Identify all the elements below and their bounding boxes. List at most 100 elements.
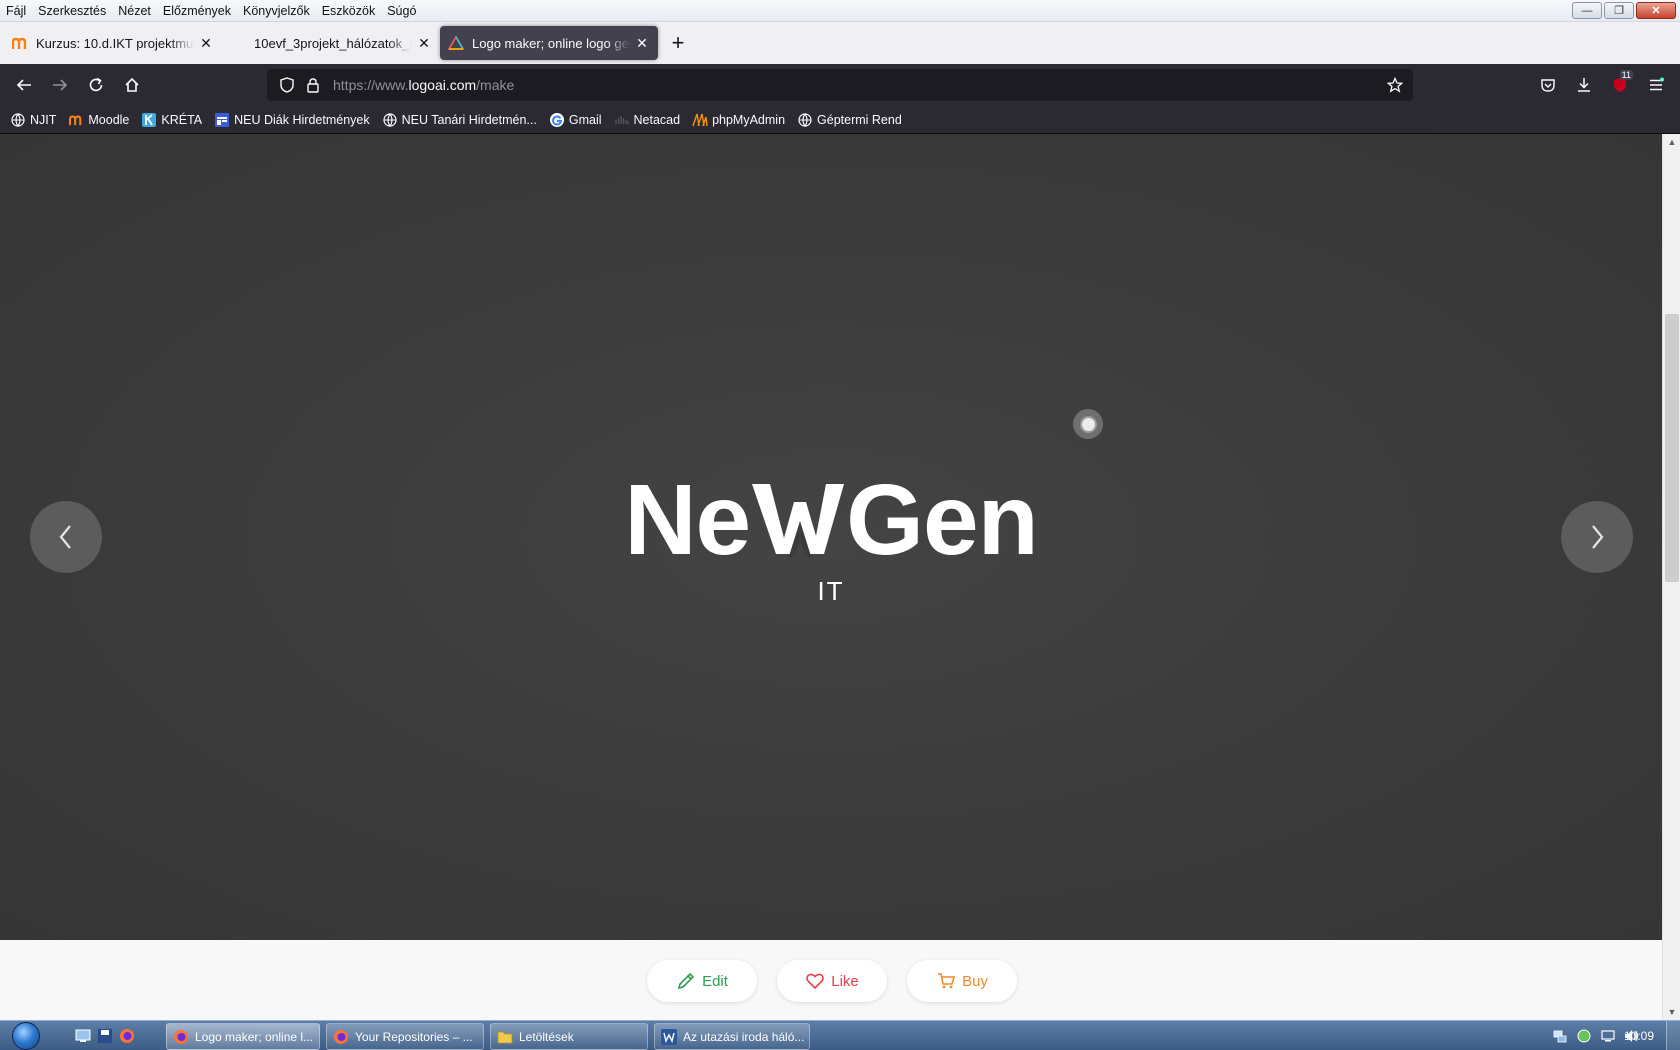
- firefox-icon: [173, 1029, 189, 1045]
- like-label: Like: [831, 972, 859, 990]
- url-bar[interactable]: https://www.logoai.com/make: [267, 69, 1413, 101]
- globe-icon: [797, 112, 813, 128]
- hamburger-icon: [1650, 77, 1664, 91]
- app-menu-button[interactable]: [1640, 69, 1672, 101]
- minimize-button[interactable]: —: [1572, 2, 1602, 19]
- status-tray-icon[interactable]: [1576, 1028, 1592, 1044]
- bookmark-gmail[interactable]: Gmail: [549, 112, 602, 128]
- tab-label: Logo maker; online logo generator: [472, 35, 630, 51]
- monitor-tray-icon[interactable]: [1600, 1028, 1616, 1044]
- bookmark-label: NEU Diák Hirdetmények: [234, 112, 370, 127]
- edit-button[interactable]: Edit: [647, 960, 757, 1002]
- show-desktop-icon[interactable]: [74, 1027, 92, 1045]
- tab-pdf[interactable]: 10evf_3projekt_hálózatok_22-23.pdf ✕: [222, 26, 440, 60]
- bookmarks-bar: NJIT Moodle KRÉTA NEU Diák Hirdetmények …: [0, 106, 1680, 134]
- logo-subtitle: IT: [817, 576, 845, 606]
- close-tab-icon[interactable]: ✕: [634, 35, 650, 51]
- google-icon: [549, 112, 565, 128]
- taskbar-item-label: Your Repositories – ...: [355, 1029, 473, 1044]
- arrow-left-icon: [16, 79, 31, 91]
- cisco-icon: [614, 112, 630, 128]
- globe-icon: [382, 112, 398, 128]
- extension-badge: 11: [1619, 70, 1633, 80]
- home-button[interactable]: [116, 69, 148, 101]
- bookmark-label: Moodle: [88, 112, 130, 127]
- start-button[interactable]: [6, 1021, 46, 1050]
- menu-tools[interactable]: Eszközök: [316, 0, 382, 22]
- back-button[interactable]: [8, 69, 40, 101]
- bookmark-kreta[interactable]: KRÉTA: [141, 112, 202, 128]
- menu-file[interactable]: Fájl: [0, 0, 32, 22]
- pocket-button[interactable]: [1532, 69, 1564, 101]
- kreta-icon: [141, 112, 157, 128]
- logoai-icon: [448, 35, 464, 51]
- menu-bar: Fájl Szerkesztés Nézet Előzmények Könyvj…: [0, 0, 1680, 22]
- taskbar-item-label: Letöltések: [519, 1029, 574, 1044]
- menu-edit[interactable]: Szerkesztés: [32, 0, 112, 22]
- bookmark-label: Netacad: [633, 112, 681, 127]
- scroll-thumb[interactable]: [1665, 314, 1679, 582]
- menu-bookmarks[interactable]: Könyvjelzők: [237, 0, 316, 22]
- moodle-icon: [68, 112, 84, 128]
- tab-logoai[interactable]: Logo maker; online logo generator ✕: [440, 26, 658, 60]
- taskbar-item-repositories[interactable]: Your Repositories – ...: [326, 1023, 484, 1050]
- menu-help[interactable]: Súgó: [381, 0, 422, 22]
- logo-preview-area: Ne Gen IT: [0, 134, 1662, 940]
- windows-taskbar: Logo maker; online l... Your Repositorie…: [0, 1020, 1680, 1050]
- buy-label: Buy: [962, 972, 988, 990]
- moodle-icon: [12, 35, 28, 51]
- bookmark-netacad[interactable]: Netacad: [614, 112, 681, 128]
- scroll-down-icon[interactable]: ▼: [1663, 1004, 1680, 1020]
- taskbar-item-logo-maker[interactable]: Logo maker; online l...: [166, 1023, 320, 1050]
- tab-moodle-course[interactable]: Kurzus: 10.d.IKT projektmunka | NEU ✕: [4, 26, 222, 60]
- close-tab-icon[interactable]: ✕: [416, 35, 432, 51]
- pocket-icon: [1541, 79, 1555, 92]
- cart-icon: [936, 971, 956, 991]
- pencil-icon: [676, 971, 696, 991]
- bookmark-star-icon[interactable]: [1383, 73, 1407, 97]
- taskbar-item-downloads[interactable]: Letöltések: [490, 1023, 648, 1050]
- close-tab-icon[interactable]: ✕: [198, 35, 214, 51]
- bookmark-label: NEU Tanári Hirdetmén...: [401, 112, 537, 127]
- calendar-icon: [214, 112, 230, 128]
- forward-button[interactable]: [44, 69, 76, 101]
- restore-button[interactable]: ❐: [1604, 2, 1634, 19]
- show-desktop-button[interactable]: [1666, 1021, 1680, 1050]
- page-scrollbar[interactable]: ▲ ▼: [1662, 134, 1680, 1020]
- arrow-right-icon: [53, 79, 68, 91]
- taskbar-item-word[interactable]: Az utazási iroda háló...: [654, 1023, 810, 1050]
- folder-icon: [497, 1029, 513, 1045]
- shield-icon[interactable]: [275, 73, 299, 97]
- bookmark-phpmyadmin[interactable]: phpMyAdmin: [692, 112, 785, 128]
- menu-view[interactable]: Nézet: [112, 0, 157, 22]
- bookmark-neu-diak[interactable]: NEU Diák Hirdetmények: [214, 112, 370, 128]
- reload-icon: [89, 77, 103, 92]
- firefox-icon[interactable]: [118, 1027, 136, 1045]
- lock-icon[interactable]: [301, 73, 325, 97]
- save-icon[interactable]: [96, 1027, 114, 1045]
- tab-bar: Kurzus: 10.d.IKT projektmunka | NEU ✕ 10…: [0, 22, 1680, 64]
- bookmark-neu-tanari[interactable]: NEU Tanári Hirdetmén...: [382, 112, 537, 128]
- reload-button[interactable]: [80, 69, 112, 101]
- logo-preview: Ne Gen IT: [0, 470, 1662, 607]
- network-tray-icon[interactable]: [1552, 1028, 1568, 1044]
- menu-history[interactable]: Előzmények: [157, 0, 237, 22]
- bookmark-njit[interactable]: NJIT: [10, 112, 56, 128]
- new-tab-button[interactable]: +: [664, 29, 692, 57]
- windows-orb-icon: [12, 1022, 40, 1050]
- home-icon: [125, 77, 139, 92]
- taskbar-item-label: Az utazási iroda háló...: [683, 1029, 805, 1044]
- bookmark-moodle[interactable]: Moodle: [68, 112, 129, 128]
- firefox-icon: [333, 1029, 349, 1045]
- pdf-icon: [230, 35, 246, 51]
- bookmark-geptermi-rend[interactable]: Géptermi Rend: [797, 112, 902, 128]
- taskbar-clock[interactable]: 10:09: [1624, 1021, 1654, 1050]
- buy-button[interactable]: Buy: [907, 960, 1017, 1002]
- logo-mark-icon: [752, 484, 845, 559]
- scroll-up-icon[interactable]: ▲: [1663, 134, 1680, 150]
- like-button[interactable]: Like: [777, 960, 887, 1002]
- downloads-button[interactable]: [1568, 69, 1600, 101]
- extension-button[interactable]: 11: [1604, 69, 1636, 101]
- close-window-button[interactable]: ✕: [1636, 2, 1676, 19]
- tab-label: Kurzus: 10.d.IKT projektmunka | NEU: [36, 35, 194, 51]
